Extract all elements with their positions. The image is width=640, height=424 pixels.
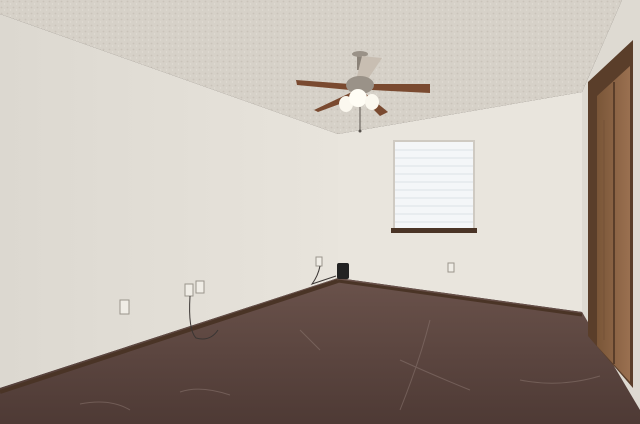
small-speaker xyxy=(337,263,349,279)
window-sill xyxy=(391,228,477,233)
room-photo xyxy=(0,0,640,424)
window-with-blinds xyxy=(391,140,477,233)
light-globe xyxy=(365,94,379,110)
room-illustration xyxy=(0,0,640,424)
light-globe xyxy=(349,89,367,107)
closet-door xyxy=(588,40,633,388)
